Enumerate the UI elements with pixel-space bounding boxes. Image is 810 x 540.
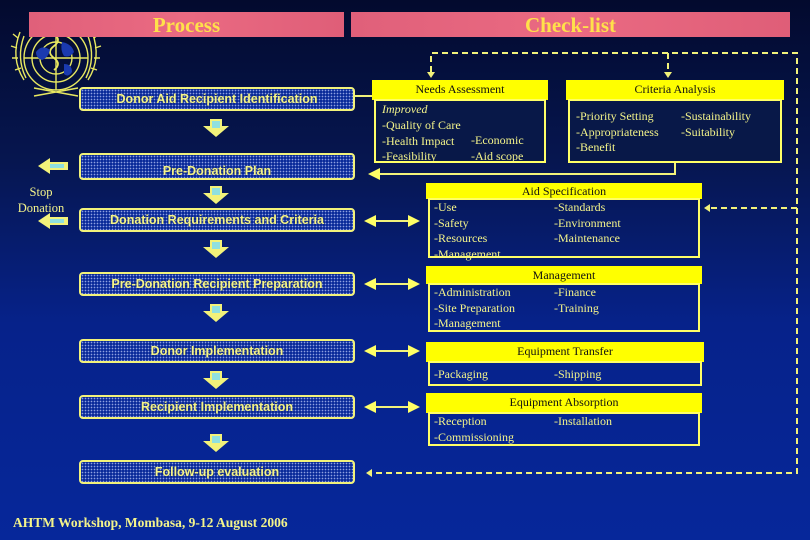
- checklist-item: -Packaging: [434, 367, 488, 381]
- stop-donation-label: Stop Donation: [2, 184, 80, 216]
- criteria-analysis-body: -Priority Setting -Appropriateness -Bene…: [568, 99, 782, 163]
- checklist-item: -Shipping: [554, 367, 602, 381]
- checklist-item: -Aid scope: [471, 148, 524, 163]
- checklist-item: -Reception: [434, 414, 487, 428]
- down-arrow-icon: [203, 186, 229, 204]
- checklist-aid-specification: Aid Specification -Use -Safety -Resource…: [426, 183, 702, 261]
- connector-criteria-plan: [368, 163, 676, 180]
- checklist-criteria-analysis: Criteria Analysis -Priority Setting -App…: [566, 80, 784, 163]
- criteria-analysis-title: Criteria Analysis: [566, 80, 784, 100]
- process-step-label: Donation Requirements and Criteria: [110, 213, 324, 227]
- process-title: Process: [152, 13, 221, 37]
- aid-specification-title: Aid Specification: [426, 183, 702, 199]
- checklist-item: -Feasibility: [382, 149, 437, 163]
- process-step-pre-donation-plan[interactable]: Pre-Donation Plan: [79, 153, 355, 180]
- checklist-management: Management -Administration -Site Prepara…: [426, 266, 702, 332]
- checklist-item: -Standards: [554, 200, 606, 214]
- checklist-item: -Benefit: [576, 140, 616, 154]
- needs-assessment-title: Needs Assessment: [372, 80, 548, 100]
- checklist-title: Check-list: [525, 13, 616, 37]
- stop-donation-line1: Stop: [29, 185, 53, 199]
- checklist-item: -Site Preparation: [434, 300, 515, 315]
- checklist-item: -Installation: [554, 414, 612, 428]
- equipment-absorption-title: Equipment Absorption: [426, 393, 702, 413]
- checklist-item: -Economic: [471, 133, 524, 147]
- process-header: Process: [29, 12, 344, 37]
- checklist-item: -Training: [554, 300, 599, 315]
- feedback-arrowhead-needs: [427, 72, 435, 78]
- process-step-recipient-preparation[interactable]: Pre-Donation Recipient Preparation: [79, 272, 355, 296]
- process-step-donor-implementation[interactable]: Donor Implementation: [79, 339, 355, 363]
- process-step-requirements-criteria[interactable]: Donation Requirements and Criteria: [79, 208, 355, 232]
- process-step-label: Donor Aid Recipient Identification: [116, 92, 318, 106]
- checklist-equipment-transfer: Equipment Transfer -Packaging -Shipping: [426, 342, 704, 386]
- equipment-transfer-title: Equipment Transfer: [426, 342, 704, 362]
- checklist-item: -Environment: [554, 215, 621, 230]
- checklist-item: -Finance: [554, 285, 596, 299]
- aid-specification-body: -Use -Safety -Resources -Management -Sta…: [428, 198, 700, 261]
- feedback-arrowhead-followup: [366, 469, 372, 477]
- equipment-transfer-body: -Packaging -Shipping: [428, 361, 702, 386]
- needs-assessment-body: Improved -Quality of Care -Health Impact…: [374, 99, 546, 163]
- checklist-item: -Sustainability: [681, 109, 751, 123]
- equipment-absorption-body: -Reception -Commissioning -Installation: [428, 412, 700, 446]
- left-arrow-icon: [38, 158, 68, 174]
- checklist-item: -Administration: [434, 285, 511, 299]
- checklist-equipment-absorption: Equipment Absorption -Reception -Commiss…: [426, 393, 702, 446]
- process-step-recipient-implementation[interactable]: Recipient Implementation: [79, 395, 355, 419]
- down-arrow-icon: [203, 371, 229, 389]
- process-step-follow-up[interactable]: Follow-up evaluation: [79, 460, 355, 484]
- checklist-item: -Use: [434, 200, 457, 214]
- checklist-item: -Suitability: [681, 124, 735, 139]
- checklist-item: -Maintenance: [554, 231, 620, 245]
- checklist-item: -Management: [434, 316, 501, 330]
- down-arrow-icon: [203, 304, 229, 322]
- needs-assessment-subtitle: Improved: [382, 102, 428, 116]
- checklist-item: -Quality of Care: [382, 118, 461, 132]
- checklist-item: -Management: [434, 246, 501, 261]
- checklist-header: Check-list: [351, 12, 790, 37]
- checklist-item: -Appropriateness: [576, 124, 659, 139]
- feedback-arrowhead-criteria: [664, 72, 672, 78]
- process-step-identification[interactable]: Donor Aid Recipient Identification: [79, 87, 355, 111]
- process-step-label: Follow-up evaluation: [154, 465, 280, 479]
- checklist-needs-assessment: Needs Assessment Improved -Quality of Ca…: [372, 80, 548, 163]
- down-arrow-icon: [203, 434, 229, 452]
- management-body: -Administration -Site Preparation -Manag…: [428, 283, 700, 332]
- down-arrow-icon: [203, 240, 229, 258]
- process-step-label: Donor Implementation: [150, 344, 284, 358]
- checklist-item: -Commissioning: [434, 429, 515, 444]
- management-title: Management: [426, 266, 702, 284]
- stop-donation-line2: Donation: [17, 201, 65, 215]
- process-step-label: Pre-Donation Plan: [162, 164, 272, 178]
- footer-text: AHTM Workshop, Mombasa, 9-12 August 2006: [13, 515, 288, 530]
- checklist-item: -Resources: [434, 231, 488, 245]
- checklist-item: -Health Impact: [382, 133, 455, 148]
- feedback-arrowhead-aid-spec: [704, 204, 710, 212]
- process-step-label: Recipient Implementation: [140, 400, 294, 414]
- checklist-item: -Priority Setting: [576, 109, 654, 123]
- process-step-label: Pre-Donation Recipient Preparation: [111, 277, 323, 291]
- down-arrow-icon: [203, 119, 229, 137]
- checklist-item: -Safety: [434, 215, 469, 230]
